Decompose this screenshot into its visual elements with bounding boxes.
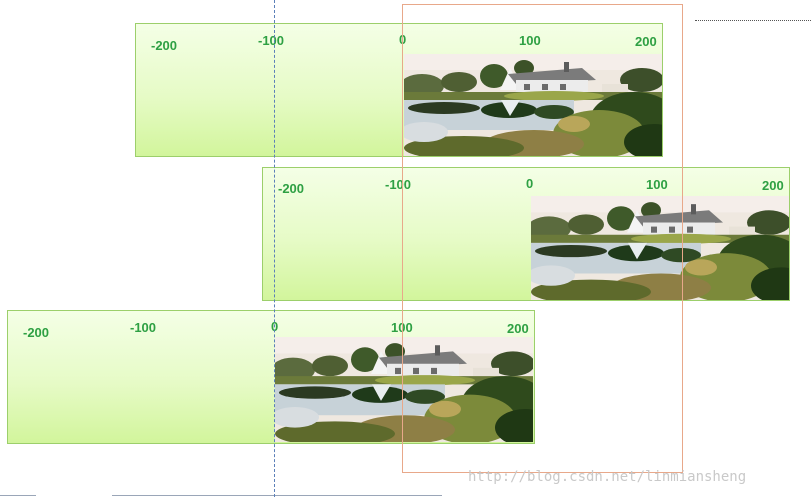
tick-label: 100 (391, 320, 413, 335)
tick-label: -100 (130, 320, 157, 335)
tick-label: 200 (635, 34, 657, 49)
tick-label: 200 (762, 178, 784, 193)
strip-3: -200 -100 0 100 200 (7, 310, 535, 444)
landscape-photo (404, 54, 662, 156)
tick-label: 0 (526, 176, 534, 191)
tick-label: 0 (399, 32, 407, 47)
landscape-photo (531, 196, 789, 300)
watermark: http://blog.csdn.net/linmiansheng (468, 469, 747, 485)
bottom-edge-line-left (0, 495, 36, 496)
tick-label: -200 (151, 38, 178, 53)
tick-label: 100 (646, 177, 668, 192)
tick-label: 100 (519, 33, 541, 48)
strip-2: -200 -100 0 100 200 (262, 167, 790, 301)
tick-label: -200 (23, 325, 50, 340)
landscape-photo (275, 337, 533, 442)
tick-label: -100 (385, 177, 412, 192)
tick-label: 0 (271, 319, 279, 334)
tick-label: -100 (258, 33, 285, 48)
corner-dotted-line (695, 20, 811, 21)
strip-1: -200 -100 0 100 200 (135, 23, 663, 157)
bottom-edge-line-right (112, 495, 442, 496)
tick-label: -200 (278, 181, 305, 196)
tick-label: 200 (507, 321, 529, 336)
